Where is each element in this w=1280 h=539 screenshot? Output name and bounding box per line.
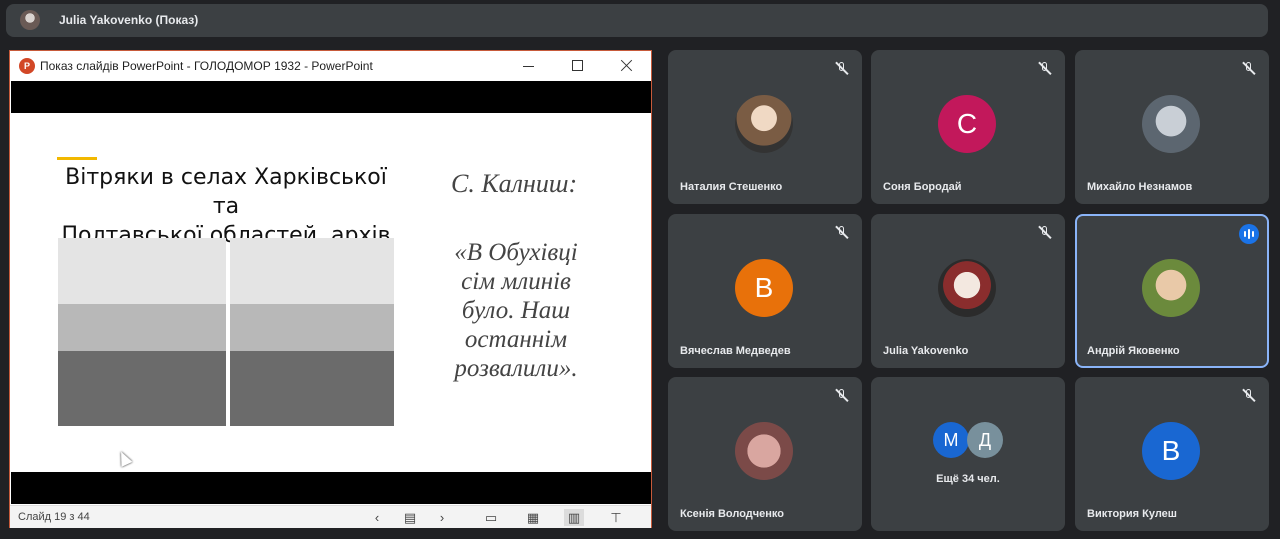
avatar: Д <box>967 422 1003 458</box>
slide-canvas[interactable]: Вітряки в селах Харківської та Полтавськ… <box>11 113 651 472</box>
participant-name: Соня Бородай <box>883 181 962 193</box>
participant-name: Андрій Яковенко <box>1087 345 1180 357</box>
presenter-name: Julia Yakovenko (Показ) <box>59 13 199 27</box>
more-participants-count: Ещё 34 чел. <box>936 473 1000 485</box>
participant-tile[interactable]: С Соня Бородай <box>871 50 1065 204</box>
slide-sorter-icon[interactable]: ▦ <box>523 509 543 526</box>
avatar: В <box>1142 422 1200 480</box>
slide-heading-line1: Вітряки в селах Харківської та <box>65 165 387 219</box>
reading-view-icon[interactable]: ▥ <box>564 509 584 526</box>
more-participants-tile[interactable]: М Д Ещё 34 чел. <box>871 377 1065 531</box>
maximize-button[interactable] <box>565 55 589 77</box>
powerpoint-titlebar: P Показ слайдів PowerPoint - ГОЛОДОМОР 1… <box>10 51 651 80</box>
presenter-avatar <box>20 10 40 30</box>
participant-tile[interactable]: Михайло Незнамов <box>1075 50 1269 204</box>
participant-name: Вячеслав Медведев <box>680 345 791 357</box>
title-accent-line <box>57 157 97 160</box>
slide-counter: Слайд 19 з 44 <box>18 511 90 523</box>
avatar <box>1142 95 1200 153</box>
minimize-button[interactable] <box>517 55 541 77</box>
participant-tile[interactable]: Julia Yakovenko <box>871 214 1065 368</box>
avatar <box>735 422 793 480</box>
speaking-indicator-icon <box>1239 224 1259 244</box>
quote-line: розвалили». <box>454 355 578 382</box>
avatar: М <box>933 422 969 458</box>
mic-off-icon <box>1241 388 1257 404</box>
quote-line: було. Наш <box>461 297 571 324</box>
participant-tile[interactable]: Наталия Стешенко <box>668 50 862 204</box>
slideshow-view-icon[interactable]: ⊤ <box>606 509 626 526</box>
quote-line: «В Обухівці <box>454 239 578 266</box>
more-participants-avatars: М Д <box>933 422 1013 458</box>
avatar <box>1142 259 1200 317</box>
slide-heading: Вітряки в селах Харківської та Полтавськ… <box>51 163 401 250</box>
participant-tile[interactable]: В Виктория Кулеш <box>1075 377 1269 531</box>
participant-name: Julia Yakovenko <box>883 345 969 357</box>
mic-off-icon <box>1037 225 1053 241</box>
participant-name: Виктория Кулеш <box>1087 508 1177 520</box>
window-title: Показ слайдів PowerPoint - ГОЛОДОМОР 193… <box>40 59 373 73</box>
participant-tile-speaking[interactable]: Андрій Яковенко <box>1075 214 1269 368</box>
mic-off-icon <box>834 225 850 241</box>
powerpoint-window: P Показ слайдів PowerPoint - ГОЛОДОМОР 1… <box>9 50 652 528</box>
participant-tile[interactable]: Ксенія Володченко <box>668 377 862 531</box>
quote-line: останнім <box>464 326 568 353</box>
notes-icon[interactable]: ▤ <box>400 509 420 526</box>
slideshow-statusbar: Слайд 19 з 44 ‹ ▤ › ▭ ▦ ▥ ⊤ <box>10 505 651 528</box>
normal-view-icon[interactable]: ▭ <box>481 509 501 526</box>
participant-name: Михайло Незнамов <box>1087 181 1193 193</box>
participant-tile[interactable]: В Вячеслав Медведев <box>668 214 862 368</box>
avatar: В <box>735 259 793 317</box>
windmill-photo-1 <box>58 238 226 426</box>
quote-line: сім млинів <box>461 268 571 295</box>
mic-off-icon <box>834 388 850 404</box>
powerpoint-logo-icon: P <box>19 58 35 74</box>
mic-off-icon <box>834 61 850 77</box>
quote-author: С. Калниш: <box>451 169 578 198</box>
mic-off-icon <box>1241 61 1257 77</box>
avatar <box>735 95 793 153</box>
mouse-cursor-icon <box>115 449 133 467</box>
letterbox-bottom <box>11 472 651 504</box>
participant-name: Наталия Стешенко <box>680 181 783 193</box>
presenter-bar: Julia Yakovenko (Показ) <box>6 4 1268 37</box>
quote-text: «В Обухівці сім млинів було. Наш останні… <box>441 238 591 383</box>
letterbox-top <box>11 81 651 113</box>
next-slide-icon[interactable]: › <box>432 509 452 526</box>
windmill-photo-2 <box>230 238 394 426</box>
participant-name: Ксенія Володченко <box>680 508 784 520</box>
avatar: С <box>938 95 996 153</box>
mic-off-icon <box>1037 61 1053 77</box>
close-button[interactable] <box>615 55 639 77</box>
avatar <box>938 259 996 317</box>
prev-slide-icon[interactable]: ‹ <box>367 509 387 526</box>
